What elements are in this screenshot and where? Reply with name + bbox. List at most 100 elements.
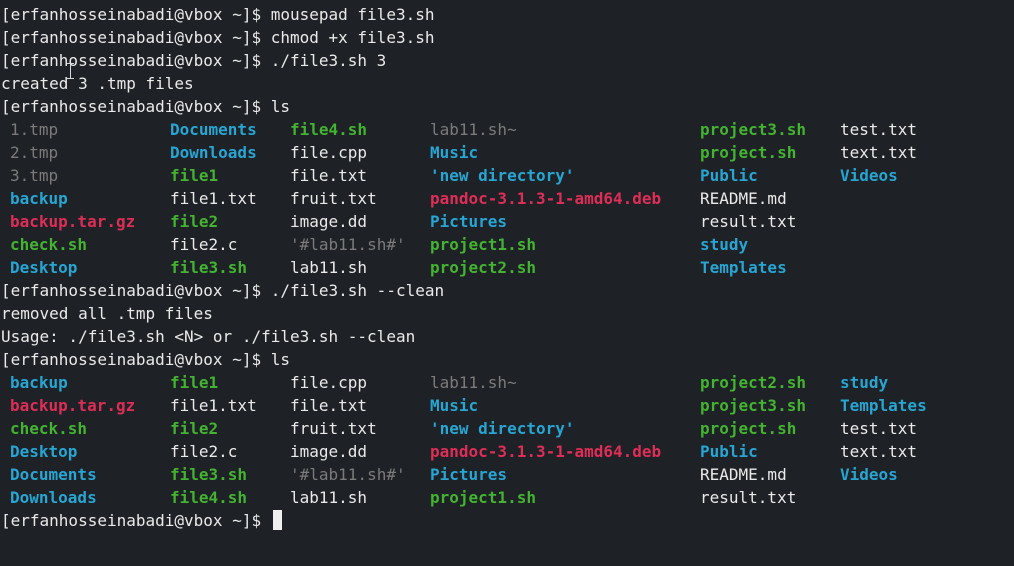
ls-entry: file3.sh <box>170 258 248 277</box>
ls-entry: file2.c <box>170 442 238 461</box>
ls-entry: Videos <box>840 166 898 185</box>
ls-entry: README.md <box>700 189 787 208</box>
shell-prompt: [erfanhosseinabadi@vbox ~]$ <box>1 51 271 70</box>
shell-prompt: [erfanhosseinabadi@vbox ~]$ <box>1 28 271 47</box>
command-text: mousepad file3.sh <box>270 5 435 24</box>
terminal-line: [erfanhosseinabadi@vbox ~]$ chmod +x fil… <box>1 26 1014 49</box>
ls-entry: file1 <box>170 166 219 185</box>
ls-entry: project1.sh <box>430 488 536 507</box>
ls-entry: project.sh <box>700 419 797 438</box>
ls-entry: Documents <box>170 120 257 139</box>
ls-entry: fruit.txt <box>290 419 377 438</box>
ls-entry: file.cpp <box>290 373 368 392</box>
ls-entry: backup <box>10 189 68 208</box>
terminal-line: [erfanhosseinabadi@vbox ~]$ ./file3.sh 3 <box>1 49 1014 72</box>
ls-entry: Desktop <box>10 442 78 461</box>
ls-entry: Music <box>430 143 479 162</box>
command-text: ./file3.sh --clean <box>270 281 445 300</box>
ls-entry: study <box>840 373 889 392</box>
command-text: ls <box>270 350 290 369</box>
ls-entry: image.dd <box>290 442 368 461</box>
ls-entry <box>840 256 980 279</box>
ls-entry: Documents <box>10 465 97 484</box>
ls-entry: backup.tar.gz <box>10 212 136 231</box>
text-cursor <box>272 510 282 530</box>
ls-entry: result.txt <box>700 212 797 231</box>
ls-entry: backup <box>10 373 68 392</box>
ls-entry: project1.sh <box>430 235 536 254</box>
ls-entry: Public <box>700 442 758 461</box>
ls-output-1: 1.tmp Documents file4.sh lab11.sh~ project3.… <box>1 118 1014 279</box>
shell-prompt: [erfanhosseinabadi@vbox ~]$ <box>1 350 271 369</box>
ls-entry: Music <box>430 396 479 415</box>
ls-entry: backup.tar.gz <box>10 396 136 415</box>
ls-entry: text.txt <box>840 143 918 162</box>
ls-entry <box>840 187 980 210</box>
ls-entry: file.txt <box>290 396 368 415</box>
ls-entry: study <box>700 235 749 254</box>
command-output: created 3 .tmp files <box>1 74 194 93</box>
ls-output-2: backup file1 file.cpp lab11.sh~ project2.sh s… <box>1 371 1014 509</box>
command-output: Usage: ./file3.sh <N> or ./file3.sh --cl… <box>1 327 416 346</box>
shell-prompt: [erfanhosseinabadi@vbox ~]$ <box>1 281 271 300</box>
ls-entry <box>840 210 980 233</box>
ls-entry: project3.sh <box>700 396 806 415</box>
ls-entry: 'new directory' <box>430 419 575 438</box>
mouse-ibeam-cursor-icon <box>67 63 74 79</box>
ls-entry: lab11.sh <box>290 488 368 507</box>
ls-entry: test.txt <box>840 419 918 438</box>
ls-entry: file1 <box>170 373 219 392</box>
ls-entry: pandoc-3.1.3-1-amd64.deb <box>430 442 662 461</box>
ls-entry: file4.sh <box>290 120 368 139</box>
ls-entry: check.sh <box>10 419 88 438</box>
ls-entry: Desktop <box>10 258 78 277</box>
ls-entry: lab11.sh~ <box>430 120 517 139</box>
ls-entry <box>840 486 980 509</box>
ls-entry: Pictures <box>430 212 508 231</box>
ls-entry <box>840 233 980 256</box>
ls-entry: file3.sh <box>170 465 248 484</box>
ls-entry: file2.c <box>170 235 238 254</box>
terminal-line: [erfanhosseinabadi@vbox ~]$ ./file3.sh -… <box>1 279 1014 302</box>
ls-entry: project2.sh <box>700 373 806 392</box>
ls-entry: Templates <box>840 396 927 415</box>
command-text: ./file3.sh 3 <box>270 51 387 70</box>
ls-entry: 1.tmp <box>10 120 59 139</box>
ls-entry: file1.txt <box>170 396 257 415</box>
ls-entry: project2.sh <box>430 258 536 277</box>
ls-entry: 3.tmp <box>10 166 59 185</box>
terminal-window[interactable]: [erfanhosseinabadi@vbox ~]$ mousepad fil… <box>0 0 1014 566</box>
shell-prompt: [erfanhosseinabadi@vbox ~]$ <box>1 97 271 116</box>
ls-entry: '#lab11.sh#' <box>290 235 406 254</box>
ls-entry: Downloads <box>170 143 257 162</box>
ls-entry: project.sh <box>700 143 797 162</box>
ls-entry: 'new directory' <box>430 166 575 185</box>
ls-entry: README.md <box>700 465 787 484</box>
ls-entry: fruit.txt <box>290 189 377 208</box>
ls-entry: Public <box>700 166 758 185</box>
ls-entry: file2 <box>170 419 219 438</box>
ls-entry: Videos <box>840 465 898 484</box>
terminal-line: [erfanhosseinabadi@vbox ~]$ ls <box>1 95 1014 118</box>
terminal-line-active[interactable]: [erfanhosseinabadi@vbox ~]$ <box>1 509 1014 532</box>
ls-entry: file2 <box>170 212 219 231</box>
ls-entry: file1.txt <box>170 189 257 208</box>
ls-entry: text.txt <box>840 442 918 461</box>
ls-entry: project3.sh <box>700 120 806 139</box>
ls-entry: '#lab11.sh#' <box>290 465 406 484</box>
terminal-line: [erfanhosseinabadi@vbox ~]$ mousepad fil… <box>1 3 1014 26</box>
ls-entry: test.txt <box>840 120 918 139</box>
ls-entry: Pictures <box>430 465 508 484</box>
ls-entry: pandoc-3.1.3-1-amd64.deb <box>430 189 662 208</box>
ls-entry: file.cpp <box>290 143 368 162</box>
shell-prompt: [erfanhosseinabadi@vbox ~]$ <box>1 5 271 24</box>
ls-entry: 2.tmp <box>10 143 59 162</box>
ls-entry: result.txt <box>700 488 797 507</box>
ls-entry: file4.sh <box>170 488 248 507</box>
ls-entry: Templates <box>700 258 787 277</box>
command-text: ls <box>270 97 290 116</box>
ls-entry: file.txt <box>290 166 368 185</box>
command-text: chmod +x file3.sh <box>270 28 435 47</box>
ls-entry: check.sh <box>10 235 88 254</box>
shell-prompt: [erfanhosseinabadi@vbox ~]$ <box>1 511 271 530</box>
